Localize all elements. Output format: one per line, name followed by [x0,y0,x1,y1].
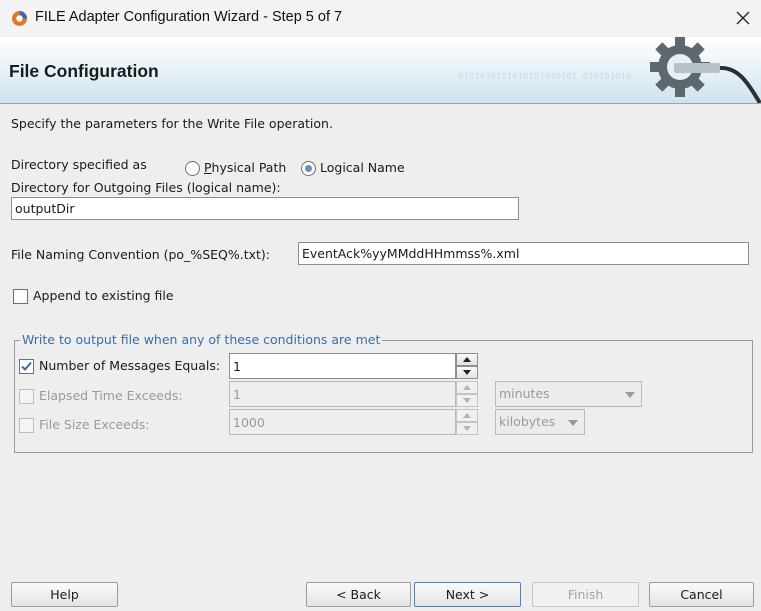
append-checkbox[interactable] [13,289,28,304]
file-naming-input[interactable]: EventAck%yyMMddHHmmss%.xml [298,242,749,265]
logical-name-radio[interactable] [301,161,316,176]
messages-checkbox[interactable] [19,359,34,374]
messages-label[interactable]: Number of Messages Equals: [39,358,220,373]
messages-spin-up[interactable] [456,353,478,366]
physical-path-label[interactable]: Physical Path [204,160,286,175]
cancel-button[interactable]: Cancel [649,582,754,607]
next-button-label: Next > [445,587,490,602]
close-button[interactable] [730,6,756,30]
back-button[interactable]: < Back [306,582,411,607]
arrow-down-icon [463,398,471,403]
chevron-down-icon [568,420,578,426]
elapsed-unit-select[interactable]: minutes [495,381,642,407]
filesize-spinner[interactable] [456,409,478,435]
adapter-gear-graphic: 0101010101010101010101 010101010 [458,37,761,103]
append-label[interactable]: Append to existing file [33,288,174,303]
chevron-down-icon [625,392,635,398]
title-bar: FILE Adapter Configuration Wizard - Step… [0,0,761,37]
physical-path-text: hysical Path [211,160,287,175]
elapsed-label[interactable]: Elapsed Time Exceeds: [39,388,183,403]
finish-button-label: Finish [567,587,604,602]
messages-spin-down[interactable] [456,366,478,379]
filesize-spin-down[interactable] [456,422,478,435]
file-naming-label: File Naming Convention (po_%SEQ%.txt): [11,247,271,262]
cancel-button-label: Cancel [680,587,723,602]
filesize-label[interactable]: File Size Exceeds: [39,417,150,432]
page-description: Specify the parameters for the Write Fil… [11,116,333,131]
conditions-legend: Write to output file when any of these c… [20,332,383,347]
next-button[interactable]: Next > [414,582,521,607]
elapsed-spin-up[interactable] [456,381,478,394]
finish-button[interactable]: Finish [532,582,639,607]
filesize-checkbox[interactable] [19,418,34,433]
outgoing-directory-label: Directory for Outgoing Files (logical na… [11,180,281,195]
arrow-up-icon [463,413,471,418]
filesize-unit-select[interactable]: kilobytes [495,409,585,435]
messages-spinner[interactable] [456,353,478,379]
messages-input[interactable]: 1 [229,353,456,379]
elapsed-unit-value: minutes [499,386,550,401]
logical-name-label[interactable]: Logical Name [320,160,405,175]
close-icon [736,11,750,25]
filesize-unit-value: kilobytes [499,414,556,429]
outgoing-directory-input[interactable]: outputDir [11,197,519,220]
arrow-down-icon [463,370,471,375]
page-title: File Configuration [9,61,159,81]
directory-specified-label: Directory specified as [11,157,147,172]
elapsed-checkbox[interactable] [19,389,34,404]
app-icon [12,11,27,26]
elapsed-input[interactable]: 1 [229,381,456,407]
arrow-up-icon [463,357,471,362]
filesize-input[interactable]: 1000 [229,409,456,435]
header-banner: File Configuration 010101010101010101010… [0,37,761,104]
filesize-spin-up[interactable] [456,409,478,422]
elapsed-spin-down[interactable] [456,394,478,407]
physical-path-radio[interactable] [185,161,200,176]
window-title: FILE Adapter Configuration Wizard - Step… [35,9,343,25]
arrow-down-icon [463,426,471,431]
arrow-up-icon [463,385,471,390]
help-button[interactable]: Help [11,582,118,607]
help-button-label: Help [50,587,79,602]
checkmark-icon [21,361,32,371]
binary-text: 0101010101010101010101 010101010 [458,72,631,82]
back-button-label: < Back [336,587,381,602]
elapsed-spinner[interactable] [456,381,478,407]
